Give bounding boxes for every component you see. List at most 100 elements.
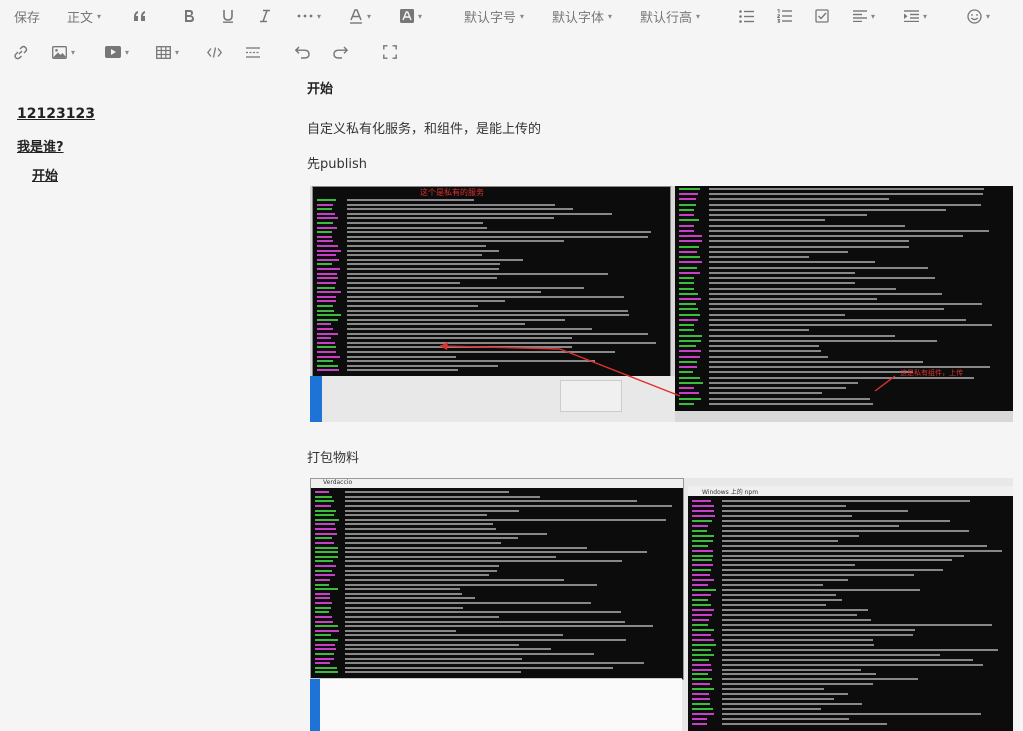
image-dropdown[interactable]: ▾: [52, 36, 75, 68]
terminal-line: [692, 574, 710, 577]
terminal-line: [692, 718, 708, 721]
annotation-arrows: [439, 342, 896, 397]
align-dropdown[interactable]: ▾: [853, 0, 875, 32]
terminal-line: [315, 555, 339, 558]
editor-toolbar: 保存 正文 ▾ ▾ ▾ ▾ 默认字号 ▾ 默认字体 ▾ 默认行高 ▾ ▾ ▾ ▾…: [0, 0, 1023, 72]
terminal-line: [315, 583, 329, 586]
terminal-line: [315, 648, 336, 651]
terminal-line: [315, 560, 333, 563]
terminal-line: [315, 615, 332, 618]
terminal-output-npm: [692, 500, 1010, 728]
toc-item-who[interactable]: 我是谁?: [17, 136, 64, 155]
italic-icon: [260, 9, 270, 23]
background-color-dropdown[interactable]: ▾: [400, 0, 422, 32]
table-icon: [156, 45, 171, 59]
terminal-line: [345, 611, 621, 614]
terminal-line: [315, 662, 331, 665]
terminal-line: [345, 565, 499, 567]
publish-screenshot[interactable]: 这个是私有的服务 这是私有组件，上传: [310, 186, 1013, 422]
terminal-line: [722, 673, 877, 676]
quote-icon: [134, 11, 145, 21]
terminal-line: [692, 569, 711, 572]
chevron-down-icon: ▾: [520, 11, 525, 21]
font-family-dropdown[interactable]: 默认字体 ▾: [552, 0, 612, 32]
paragraph-style-dropdown[interactable]: 正文 ▾: [67, 0, 101, 32]
undo-icon: [295, 46, 310, 59]
terminal-line: [692, 514, 716, 517]
terminal-line: [315, 620, 334, 623]
terminal-line: [345, 634, 563, 637]
terminal-line: [315, 541, 334, 544]
underline-button[interactable]: [222, 0, 234, 32]
align-left-icon: [853, 10, 867, 22]
terminal-line: [345, 597, 475, 600]
terminal-line: [315, 602, 333, 604]
table-dropdown[interactable]: ▾: [156, 36, 179, 68]
terminal-line: [345, 666, 613, 669]
terminal-line: [692, 673, 708, 676]
terminal-line: [722, 594, 837, 597]
font-color-dropdown[interactable]: ▾: [349, 0, 371, 32]
horizontal-rule-icon: [246, 46, 260, 58]
font-size-dropdown[interactable]: 默认字号 ▾: [464, 0, 524, 32]
terminal-line: [722, 534, 859, 537]
bulleted-list-button[interactable]: [739, 0, 754, 32]
terminal-line: [722, 509, 908, 512]
toc-item-start[interactable]: 开始: [32, 165, 58, 184]
terminal-line: [722, 618, 872, 621]
font-family-label: 默认字体: [552, 10, 605, 26]
terminal-line: [345, 537, 519, 540]
terminal-line: [692, 539, 713, 542]
package-screenshot[interactable]: Verdaccio Windows 上的 npm: [310, 478, 1013, 731]
terminal-line: [345, 518, 667, 521]
terminal-line: [315, 500, 334, 503]
checklist-button[interactable]: [815, 0, 829, 32]
terminal-line: [315, 518, 339, 521]
line-height-dropdown[interactable]: 默认行高 ▾: [640, 0, 700, 32]
terminal-line: [692, 564, 713, 567]
save-button[interactable]: 保存: [14, 0, 40, 32]
link-icon: [14, 45, 28, 59]
code-button[interactable]: [207, 36, 222, 68]
terminal-line: [722, 703, 863, 706]
undo-button[interactable]: [295, 36, 310, 68]
terminal-line: [722, 643, 875, 646]
redo-button[interactable]: [333, 36, 348, 68]
link-button[interactable]: [13, 36, 28, 68]
terminal-line: [345, 588, 461, 591]
toolbar-row-1: 保存 正文 ▾ ▾ ▾ ▾ 默认字号 ▾ 默认字体 ▾ 默认行高 ▾ ▾ ▾ ▾: [0, 0, 1023, 36]
terminal-line: [345, 578, 565, 581]
toolbar-row-2: ▾ ▾ ▾: [0, 36, 1023, 72]
indent-icon: [904, 10, 919, 22]
terminal-line: [722, 519, 950, 522]
terminal-line: [315, 671, 338, 674]
italic-button[interactable]: [260, 0, 270, 32]
terminal-line: [345, 629, 457, 632]
terminal-line: [315, 611, 330, 614]
chevron-down-icon: ▾: [696, 11, 701, 21]
terminal-line: [722, 693, 848, 696]
ellipsis-icon: [297, 14, 313, 18]
bold-button[interactable]: [183, 0, 195, 32]
video-dropdown[interactable]: ▾: [105, 36, 129, 68]
paragraph-style-label: 正文: [67, 10, 94, 26]
indent-dropdown[interactable]: ▾: [904, 0, 927, 32]
save-label: 保存: [14, 10, 41, 26]
section-heading: 开始: [307, 82, 334, 97]
fullscreen-button[interactable]: [383, 36, 397, 68]
terminal-line: [345, 491, 510, 493]
quote-button[interactable]: [133, 0, 147, 32]
numbered-list-button[interactable]: [777, 0, 792, 32]
more-format-dropdown[interactable]: ▾: [297, 0, 321, 32]
document-content[interactable]: 开始 自定义私有化服务，和组件，是能上传的 先publish 这个是私有的服务 …: [300, 72, 1023, 731]
paragraph-intro: 自定义私有化服务，和组件，是能上传的: [307, 122, 542, 137]
terminal-line: [345, 620, 625, 623]
terminal-line: [722, 524, 899, 527]
terminal-line: [722, 653, 941, 656]
divider-button[interactable]: [246, 36, 260, 68]
background-color-icon: [400, 9, 414, 23]
emoji-dropdown[interactable]: ▾: [967, 0, 990, 32]
toc-item-title[interactable]: 12123123: [17, 106, 95, 122]
terminal-line: [722, 559, 953, 562]
terminal-line: [722, 554, 965, 557]
